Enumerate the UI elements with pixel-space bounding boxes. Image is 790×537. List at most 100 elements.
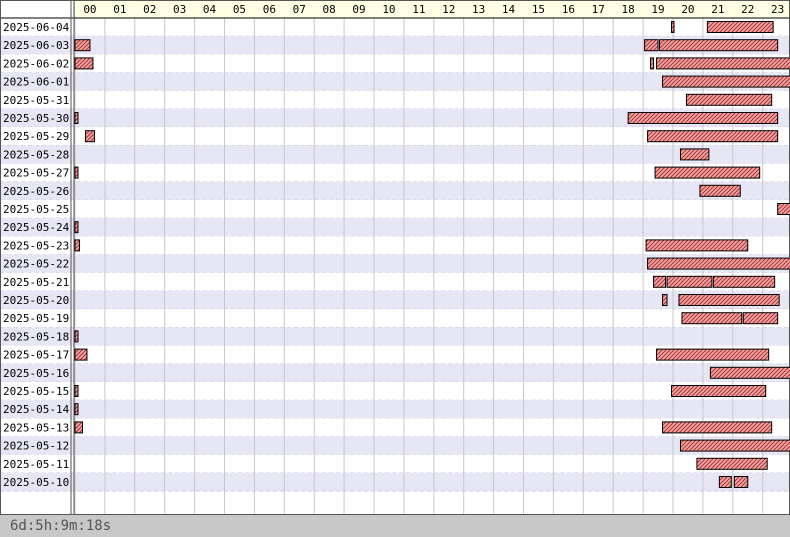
activity-bar — [74, 221, 79, 234]
activity-bar — [74, 239, 80, 252]
activity-bar — [74, 112, 79, 124]
hour-tick-label: 18 — [622, 3, 635, 16]
row-date-label: 2025-06-01 — [3, 76, 69, 89]
activity-bar — [666, 275, 713, 288]
row-band — [0, 472, 790, 492]
row-date-label: 2025-05-12 — [3, 440, 69, 453]
hour-tick-label: 07 — [293, 3, 306, 16]
row-date-label: 2025-05-13 — [3, 421, 69, 434]
activity-bar — [777, 203, 790, 215]
activity-bar — [74, 57, 94, 70]
hour-tick-label: 14 — [502, 3, 516, 16]
row-band — [0, 145, 790, 164]
row-date-label: 2025-06-04 — [3, 21, 70, 34]
hour-tick-label: 06 — [263, 3, 276, 16]
activity-bar — [650, 57, 655, 70]
activity-bar — [733, 476, 749, 488]
row-date-label: 2025-05-25 — [3, 203, 69, 216]
activity-bar — [654, 166, 761, 179]
row-date-label: 2025-05-28 — [3, 148, 69, 161]
row-date-label: 2025-05-26 — [3, 185, 69, 198]
row-date-label: 2025-06-02 — [3, 57, 69, 70]
activity-bar — [659, 39, 779, 52]
activity-bar — [671, 21, 675, 33]
row-date-label: 2025-05-11 — [3, 458, 69, 471]
row-band — [0, 218, 790, 237]
row-date-label: 2025-05-20 — [3, 294, 69, 307]
activity-bar — [709, 366, 790, 379]
row-date-label: 2025-05-22 — [3, 258, 69, 271]
hour-tick-label: 12 — [442, 3, 455, 16]
activity-bar — [718, 476, 732, 488]
row-band — [0, 181, 790, 200]
activity-bar — [647, 130, 779, 143]
activity-bar — [671, 385, 767, 397]
row-date-label: 2025-05-19 — [3, 312, 69, 325]
row-band — [0, 363, 790, 382]
activity-bar — [662, 421, 773, 434]
activity-bar — [647, 257, 790, 270]
row-date-label: 2025-05-29 — [3, 130, 69, 143]
hour-tick-label: 20 — [681, 3, 694, 16]
row-date-label: 2025-05-16 — [3, 367, 69, 380]
row-date-label: 2025-05-14 — [3, 403, 70, 416]
activity-bar — [74, 385, 79, 397]
row-date-label: 2025-05-15 — [3, 385, 69, 398]
row-band — [0, 327, 790, 346]
hour-tick-label: 02 — [143, 3, 156, 16]
activity-bar — [74, 403, 79, 416]
hour-tick-label: 03 — [173, 3, 186, 16]
hour-tick-label: 17 — [592, 3, 605, 16]
row-date-label: 2025-05-24 — [3, 221, 70, 234]
activity-bar — [662, 294, 668, 306]
row-date-label: 2025-05-21 — [3, 276, 69, 289]
row-date-label: 2025-05-10 — [3, 476, 69, 489]
hour-tick-label: 04 — [203, 3, 217, 16]
activity-bar — [662, 75, 790, 88]
row-date-label: 2025-05-31 — [3, 94, 69, 107]
row-date-label: 2025-05-17 — [3, 349, 69, 362]
hour-tick-label: 19 — [651, 3, 664, 16]
activity-bar — [656, 348, 770, 361]
activity-bar — [685, 93, 773, 106]
activity-bar — [699, 184, 741, 197]
hour-tick-label: 08 — [323, 3, 336, 16]
row-band — [0, 309, 790, 328]
row-band — [0, 90, 790, 109]
row-date-label: 2025-05-27 — [3, 167, 69, 180]
activity-bar — [74, 348, 88, 361]
activity-bar — [656, 57, 790, 70]
hour-tick-label: 21 — [711, 3, 724, 16]
activity-bar — [681, 312, 743, 325]
activity-bar — [679, 439, 790, 452]
activity-bar — [74, 330, 79, 343]
activity-bar — [679, 148, 710, 161]
activity-bar — [644, 39, 659, 52]
hour-tick-label: 09 — [352, 3, 365, 16]
hour-tick-label: 22 — [741, 3, 754, 16]
activity-bar — [653, 275, 667, 288]
hour-tick-label: 11 — [412, 3, 425, 16]
activity-bar — [74, 39, 91, 52]
activity-bar — [74, 166, 79, 179]
activity-bar — [712, 275, 776, 288]
hour-tick-label: 23 — [771, 3, 784, 16]
activity-bar — [742, 312, 779, 325]
hour-tick-label: 16 — [562, 3, 575, 16]
hour-tick-label: 05 — [233, 3, 246, 16]
activity-bar — [645, 239, 749, 252]
row-date-label: 2025-05-30 — [3, 112, 69, 125]
activity-bar — [678, 294, 780, 306]
hour-tick-label: 10 — [382, 3, 395, 16]
activity-bar — [627, 112, 779, 124]
hour-tick-label: 00 — [83, 3, 96, 16]
hour-tick-label: 13 — [472, 3, 485, 16]
row-band — [0, 436, 790, 455]
gantt-chart-window: 2025-06-04 2025-06-03 2025-06-02 2025-06-01… — [0, 0, 790, 537]
activity-bar — [84, 130, 95, 143]
row-date-label: 2025-05-18 — [3, 330, 69, 343]
activity-bar — [706, 21, 774, 33]
activity-bar — [696, 457, 768, 470]
hour-tick-label: 15 — [532, 3, 545, 16]
gantt-chart: 2025-06-04 2025-06-03 2025-06-02 2025-06-01… — [0, 0, 790, 515]
